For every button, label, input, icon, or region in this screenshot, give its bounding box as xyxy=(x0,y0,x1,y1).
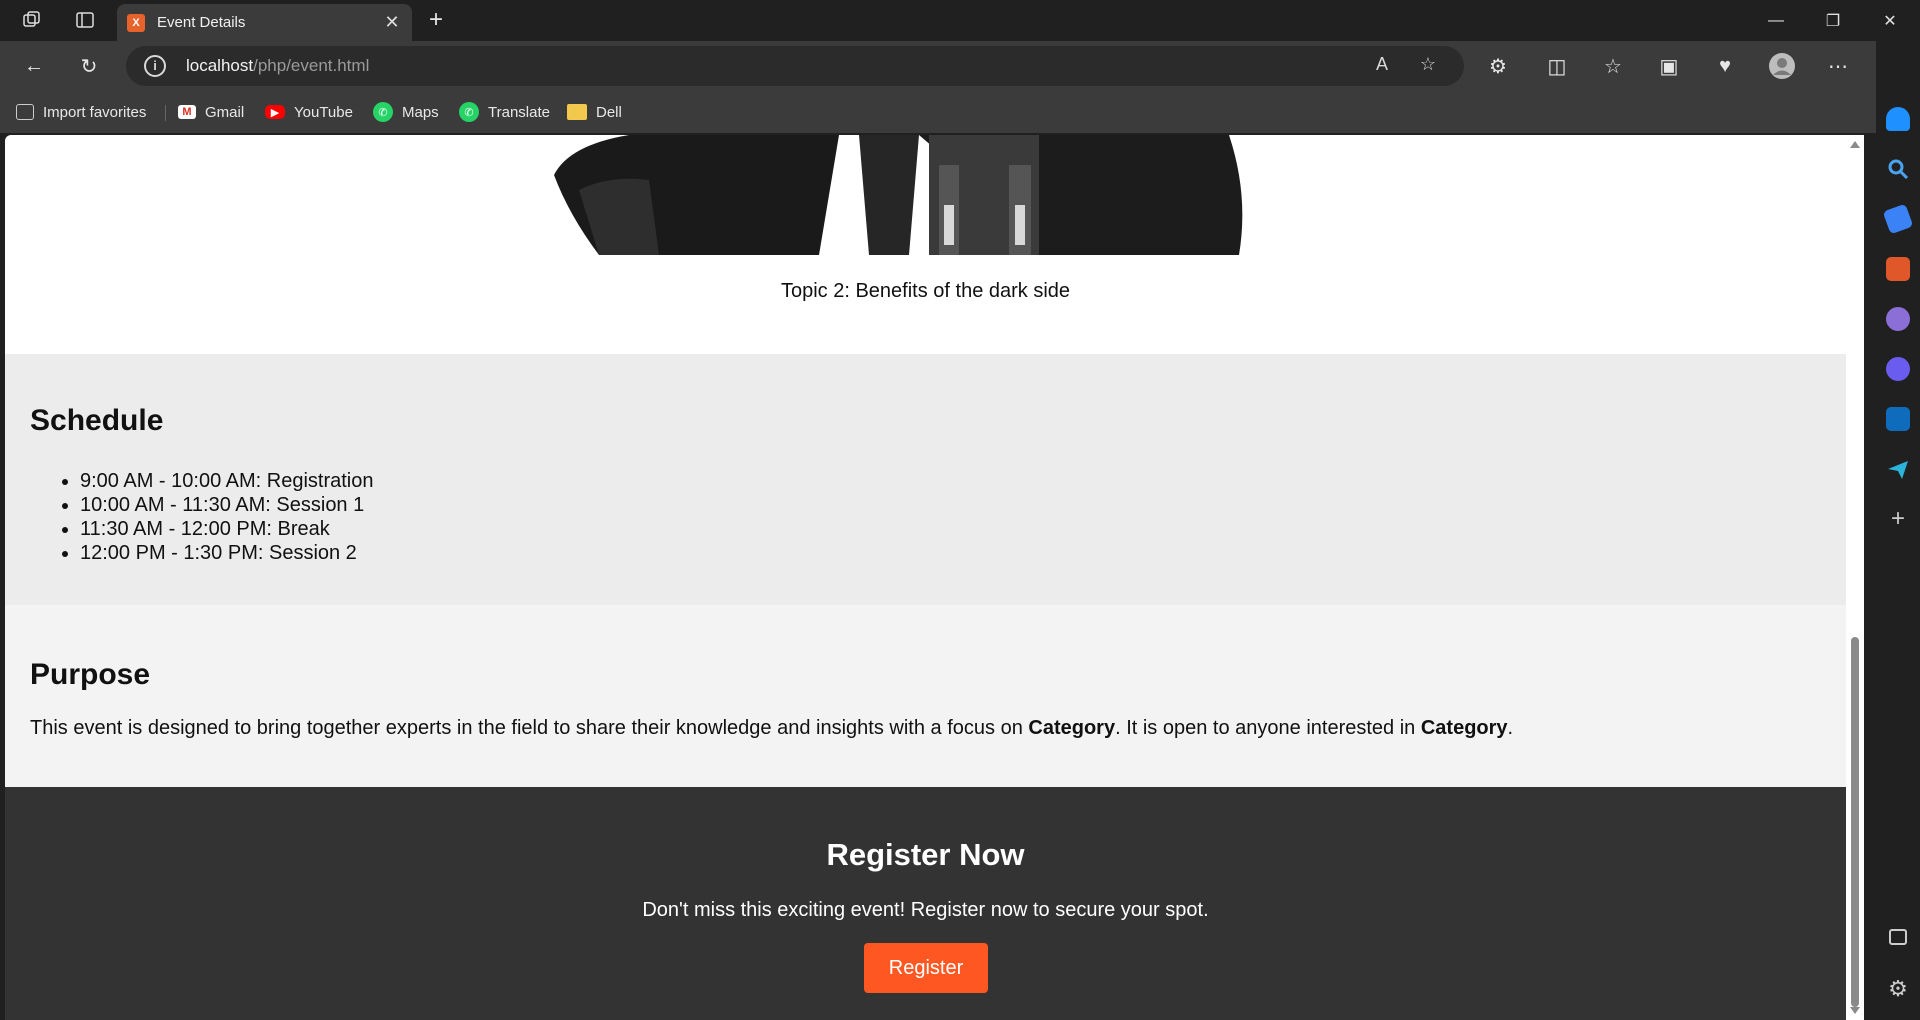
bookmark-maps[interactable]: ✆ Maps xyxy=(373,100,439,124)
bookmark-label: Maps xyxy=(402,103,439,121)
scroll-thumb[interactable] xyxy=(1851,637,1859,1007)
bookmark-dell[interactable]: Dell xyxy=(567,100,622,124)
gmail-icon: M xyxy=(178,105,196,119)
page-scrollbar[interactable] xyxy=(1846,135,1864,1020)
copilot-sidebar-icon[interactable] xyxy=(1886,357,1910,381)
edge-sidebar: + ⚙ xyxy=(1876,41,1920,1020)
schedule-item: 10:00 AM - 11:30 AM: Session 1 xyxy=(80,493,374,517)
outlook-icon[interactable] xyxy=(1886,407,1910,431)
import-icon xyxy=(16,104,34,120)
bookmark-import-favorites[interactable]: Import favorites xyxy=(16,100,146,124)
back-icon[interactable]: ← xyxy=(18,51,50,81)
extensions-icon[interactable]: ⚙ xyxy=(1482,51,1514,81)
bookmark-label: Translate xyxy=(488,103,550,121)
games-icon[interactable] xyxy=(1886,307,1910,331)
register-text: Don't miss this exciting event! Register… xyxy=(642,899,1209,921)
bookmark-translate[interactable]: ✆ Translate xyxy=(459,100,550,124)
schedule-item: 12:00 PM - 1:30 PM: Session 2 xyxy=(80,541,374,565)
read-aloud-icon[interactable]: A xyxy=(1369,54,1395,78)
schedule-item: 9:00 AM - 10:00 AM: Registration xyxy=(80,469,374,493)
address-bar[interactable]: i localhost/php/event.html A ☆ xyxy=(126,46,1464,86)
category-bold: Category xyxy=(1028,717,1116,739)
profile-avatar[interactable] xyxy=(1766,51,1798,81)
notifications-bell-icon[interactable] xyxy=(1886,107,1910,131)
topic-image xyxy=(539,135,1249,255)
settings-gear-icon[interactable]: ⚙ xyxy=(1886,977,1910,1001)
bookmark-separator xyxy=(165,105,166,121)
schedule-heading: Schedule xyxy=(30,404,164,437)
site-info-icon[interactable]: i xyxy=(144,55,166,77)
browser-essentials-icon[interactable]: ♥ xyxy=(1709,51,1741,81)
scroll-up-icon[interactable] xyxy=(1850,141,1860,148)
translate-icon: ✆ xyxy=(459,102,479,122)
category-bold: Category xyxy=(1420,717,1508,739)
bookmark-label: Dell xyxy=(596,103,622,121)
browser-titlebar: X Event Details ✕ + — ❐ ✕ xyxy=(0,0,1920,41)
favorite-star-icon[interactable]: ☆ xyxy=(1415,54,1441,78)
restore-button[interactable]: ❐ xyxy=(1805,0,1861,41)
bookmark-label: Gmail xyxy=(205,103,245,121)
schedule-list: 9:00 AM - 10:00 AM: Registration 10:00 A… xyxy=(80,469,374,565)
refresh-icon[interactable]: ↻ xyxy=(73,51,105,81)
schedule-section: Schedule 9:00 AM - 10:00 AM: Registratio… xyxy=(5,354,1846,605)
register-button[interactable]: Register xyxy=(864,943,988,993)
collections-icon[interactable]: ▣ xyxy=(1653,51,1685,81)
topic-caption: Topic 2: Benefits of the dark side xyxy=(780,280,1071,302)
add-icon[interactable]: + xyxy=(1886,507,1910,531)
hide-sidebar-icon[interactable] xyxy=(1889,929,1907,945)
bookmark-label: YouTube xyxy=(294,103,353,121)
tab-event-details[interactable]: X Event Details ✕ xyxy=(117,4,412,41)
more-menu-icon[interactable]: ⋯ xyxy=(1822,51,1854,81)
tools-briefcase-icon[interactable] xyxy=(1886,257,1910,281)
shopping-tag-icon[interactable] xyxy=(1882,203,1914,235)
purpose-section: Purpose This event is designed to bring … xyxy=(5,605,1846,787)
browser-toolbar: ← ↻ i localhost/php/event.html A ☆ ⚙ ◫ ☆… xyxy=(0,41,1920,91)
tab-actions-icon[interactable] xyxy=(69,6,101,34)
tab-close-icon[interactable]: ✕ xyxy=(382,12,402,33)
search-icon[interactable] xyxy=(1886,157,1910,181)
xampp-favicon-icon: X xyxy=(127,13,145,32)
workspaces-icon[interactable] xyxy=(16,6,48,34)
bookmark-gmail[interactable]: M Gmail xyxy=(178,100,244,124)
bookmark-youtube[interactable]: ▶ YouTube xyxy=(265,100,353,124)
minimize-button[interactable]: — xyxy=(1748,0,1804,41)
favorites-icon[interactable]: ☆ xyxy=(1597,51,1629,81)
register-section: Register Now Don't miss this exciting ev… xyxy=(5,787,1846,1020)
folder-icon xyxy=(567,104,587,120)
bookmark-label: Import favorites xyxy=(43,103,147,121)
scroll-down-icon[interactable] xyxy=(1850,1007,1860,1014)
split-screen-icon[interactable]: ◫ xyxy=(1541,51,1573,81)
favorites-bar: Import favorites M Gmail ▶ YouTube ✆ Map… xyxy=(0,91,1920,133)
new-tab-button[interactable]: + xyxy=(420,6,452,34)
close-window-button[interactable]: ✕ xyxy=(1862,0,1918,41)
tab-title: Event Details xyxy=(157,14,246,31)
url-text[interactable]: localhost/php/event.html xyxy=(186,56,369,76)
send-icon[interactable] xyxy=(1886,457,1910,481)
whatsapp-icon: ✆ xyxy=(373,102,393,122)
purpose-heading: Purpose xyxy=(30,658,151,691)
register-heading: Register Now xyxy=(826,837,1025,872)
schedule-item: 11:30 AM - 12:00 PM: Break xyxy=(80,517,374,541)
page-viewport: Topic 2: Benefits of the dark side Sched… xyxy=(5,135,1846,1020)
youtube-icon: ▶ xyxy=(265,105,285,119)
purpose-text: This event is designed to bring together… xyxy=(30,717,1514,739)
